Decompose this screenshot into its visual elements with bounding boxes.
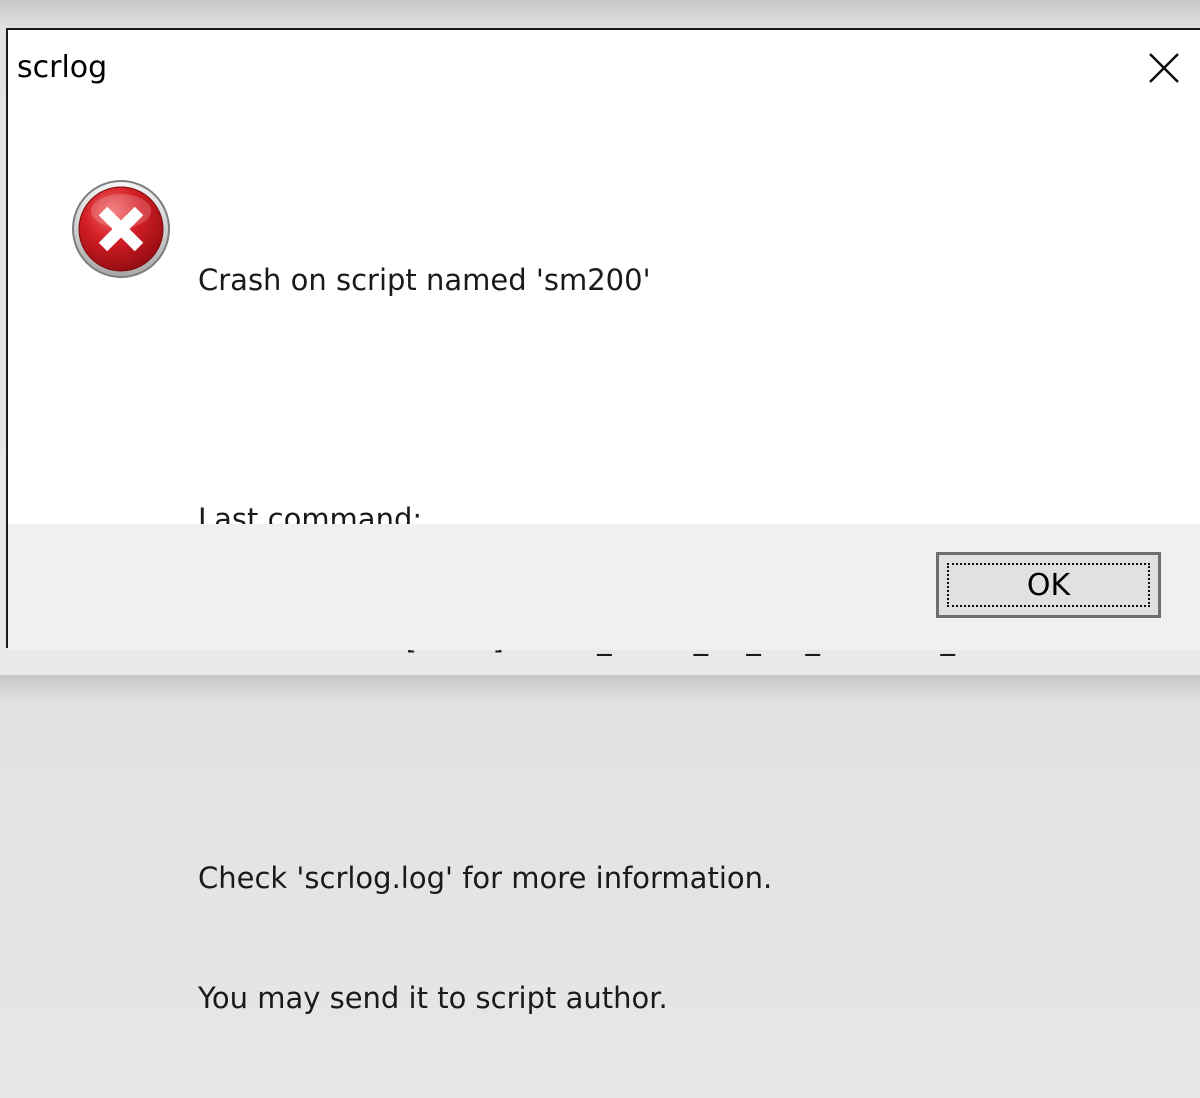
send-hint: You may send it to script author. <box>198 981 668 1015</box>
log-hint: Check 'scrlog.log' for more information. <box>198 861 773 895</box>
error-dialog: scrlog Crash on script named 'sm200' Las… <box>6 28 1200 1015</box>
close-icon <box>1149 53 1179 83</box>
ok-button[interactable]: OK <box>936 552 1161 618</box>
button-bar: OK <box>8 524 1200 650</box>
error-icon <box>70 178 172 280</box>
ok-button-label: OK <box>1026 567 1071 603</box>
crash-message: Crash on script named 'sm200' <box>198 263 651 297</box>
close-button[interactable] <box>1142 46 1186 90</box>
window-title: scrlog <box>17 50 108 85</box>
